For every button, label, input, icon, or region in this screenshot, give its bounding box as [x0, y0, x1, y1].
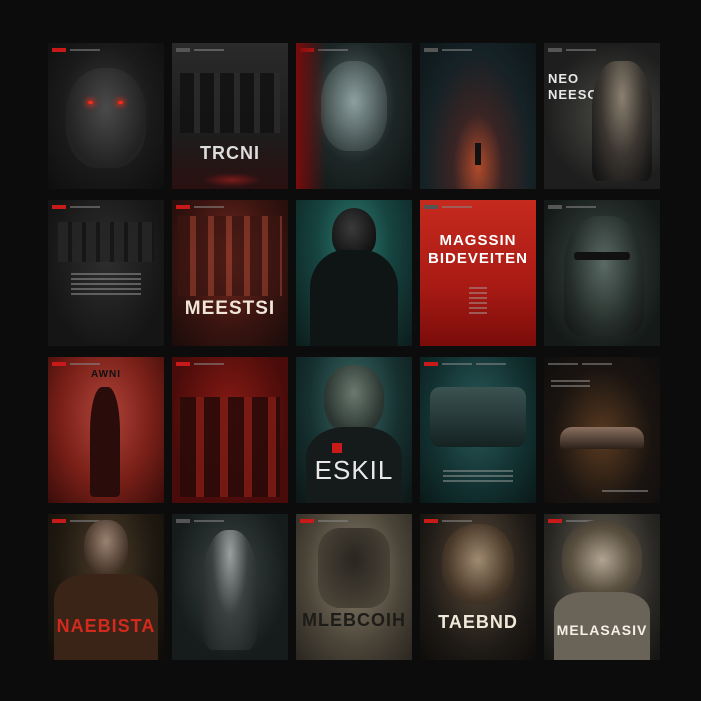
- poster-title: TAEBND: [438, 612, 518, 632]
- poster-11[interactable]: AWNI: [48, 357, 164, 503]
- group-figures: [180, 73, 280, 133]
- poster-13[interactable]: ESKIL: [296, 357, 412, 503]
- poster-10[interactable]: [544, 200, 660, 346]
- man-portrait: [84, 520, 128, 574]
- child-portrait: [442, 524, 514, 604]
- poster-title: MELASASIV: [556, 622, 648, 638]
- poster-17[interactable]: [172, 514, 288, 660]
- poster-3[interactable]: [296, 43, 412, 189]
- poster-title: MEESTSI: [184, 298, 276, 319]
- winged-creature: [318, 528, 390, 608]
- poster-title: AWNI: [90, 369, 122, 380]
- poster-8[interactable]: [296, 200, 412, 346]
- poster-19[interactable]: TAEBND: [420, 514, 536, 660]
- man-face: [592, 61, 652, 181]
- poster-12[interactable]: [172, 357, 288, 503]
- woman-portrait: [562, 520, 642, 600]
- creature-face: [324, 365, 384, 435]
- crowd-figures: [178, 216, 282, 296]
- poster-5[interactable]: NEO NEESO: [544, 43, 660, 189]
- poster-2[interactable]: TRCNI: [172, 43, 288, 189]
- poster-15[interactable]: [544, 357, 660, 503]
- vehicle: [430, 387, 526, 447]
- poster-title: ESKIL: [314, 455, 394, 485]
- poster-14[interactable]: [420, 357, 536, 503]
- poster-7[interactable]: MEESTSI: [172, 200, 288, 346]
- poster-title: MLEBCOIH: [302, 610, 406, 630]
- poster-16[interactable]: NAEBISTA: [48, 514, 164, 660]
- poster-title: NAEBISTA: [56, 616, 156, 636]
- poster-9[interactable]: MAGSSIN BIDEVEITEN: [420, 200, 536, 346]
- poster-6[interactable]: [48, 200, 164, 346]
- poster-1[interactable]: [48, 43, 164, 189]
- poster-18[interactable]: MLEBCOIH: [296, 514, 412, 660]
- poster-4[interactable]: [420, 43, 536, 189]
- poster-20[interactable]: MELASASIV: [544, 514, 660, 660]
- figure-with-skull: [202, 530, 258, 650]
- standing-figure: [90, 387, 120, 497]
- woman-face: [321, 61, 387, 151]
- lone-figure: [475, 143, 481, 165]
- poster-title: NEO NEESO: [548, 71, 599, 102]
- creature-figure: [66, 68, 146, 168]
- poster-title: TRCNI: [200, 143, 260, 163]
- group-figures: [180, 397, 280, 497]
- poster-title: MAGSSIN BIDEVEITEN: [427, 232, 528, 267]
- poster-grid: TRCNI NEO NEESO MEESTSI MAGSSIN BIDEVEIT…: [48, 43, 660, 660]
- man-with-glasses: [564, 216, 644, 336]
- car: [560, 427, 644, 449]
